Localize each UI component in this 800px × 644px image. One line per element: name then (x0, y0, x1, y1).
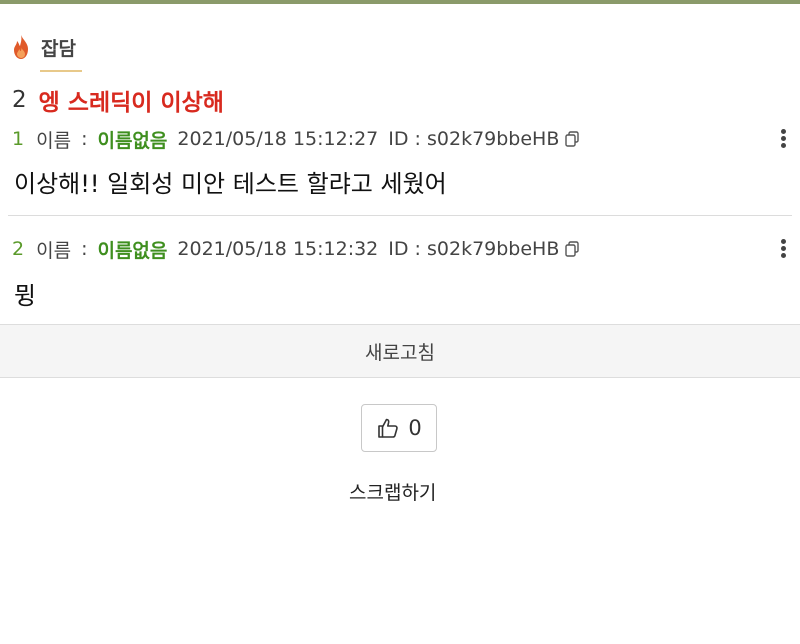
post-divider (8, 215, 792, 216)
post-id: ID : s02k79bbeHB (388, 238, 560, 260)
name-label: 이름 (36, 129, 72, 152)
post-meta: 2 이름 : 이름없음 2021/05/18 15:12:32 ID : s02… (12, 236, 580, 262)
post-date: 2021/05/18 15:12:32 (177, 238, 379, 260)
post-body: 뮝 (14, 282, 37, 310)
fire-icon (14, 35, 28, 59)
name-colon: : (81, 128, 88, 150)
post-author: 이름없음 (97, 239, 168, 262)
name-label: 이름 (36, 239, 72, 262)
thumbs-up-icon (378, 418, 399, 438)
top-border (0, 0, 800, 4)
kebab-dot (780, 143, 786, 148)
like-button[interactable]: 0 (361, 404, 437, 452)
post-date: 2021/05/18 15:12:27 (177, 128, 379, 150)
thread-title: 2 엥 스레딕이 이상해 (12, 84, 224, 116)
scrap-button[interactable]: 스크랩하기 (349, 478, 436, 505)
thread-title-text: 엥 스레딕이 이상해 (38, 90, 224, 116)
refresh-label: 새로고침 (365, 341, 435, 364)
post-number[interactable]: 2 (12, 238, 24, 260)
board-title[interactable]: 잡담 (41, 34, 76, 61)
post-number[interactable]: 1 (12, 128, 24, 150)
copy-icon[interactable] (565, 241, 580, 257)
name-colon: : (81, 238, 88, 260)
post-body: 이상해!! 일회성 미안 테스트 할랴고 세웠어 (14, 170, 447, 198)
like-count: 0 (408, 416, 422, 440)
kebab-dot (780, 129, 786, 134)
post-author: 이름없음 (97, 129, 168, 152)
post-meta: 1 이름 : 이름없음 2021/05/18 15:12:27 ID : s02… (12, 126, 580, 152)
kebab-dot (780, 136, 786, 141)
copy-icon[interactable] (565, 131, 580, 147)
kebab-dot (780, 246, 786, 251)
kebab-dot (780, 239, 786, 244)
post-menu-button[interactable] (778, 127, 788, 151)
post-menu-button[interactable] (778, 237, 788, 261)
kebab-dot (780, 253, 786, 258)
post-id: ID : s02k79bbeHB (388, 128, 560, 150)
refresh-button[interactable]: 새로고침 (0, 324, 800, 378)
board-header: 잡담 (10, 32, 76, 62)
board-title-underline (40, 70, 82, 72)
thread-post-count: 2 (12, 87, 27, 113)
